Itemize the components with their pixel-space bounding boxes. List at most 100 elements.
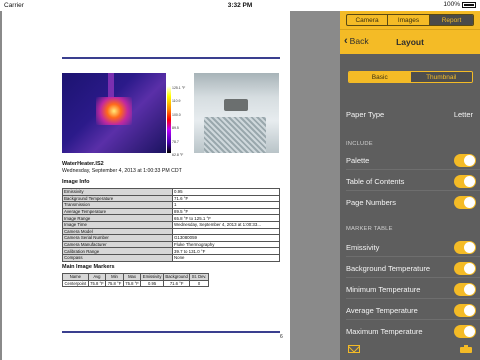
- row-separator: [346, 319, 480, 320]
- marker-header-cell: Emissivity: [140, 273, 164, 281]
- palette-label: 110.9: [172, 99, 181, 104]
- marker-minimum-label: Minimum Temperature: [346, 285, 421, 294]
- image-date: Wednesday, September 4, 2013 at 1:00:33 …: [62, 168, 182, 174]
- palette-label: 125.1 °F: [172, 86, 186, 90]
- average-temp-toggle[interactable]: [454, 304, 476, 317]
- marker-background-label: Background Temperature: [346, 264, 431, 273]
- mail-icon[interactable]: [348, 345, 360, 353]
- thermal-hotspot: [96, 97, 132, 125]
- table-row: Centerpoint 75.8 °F 75.8 °F 75.8 °F 0.95 71.6…: [62, 279, 209, 287]
- marker-table-header: MARKER TABLE: [346, 226, 393, 232]
- emissivity-toggle[interactable]: [454, 241, 476, 254]
- marker-cell: 0.95: [140, 279, 164, 287]
- info-value-cell: 1: [172, 201, 280, 209]
- minimum-temp-toggle[interactable]: [454, 283, 476, 296]
- marker-background-row: Background Temperature: [340, 258, 480, 278]
- table-row: Calibration Range 39.7 to 131.0 °F: [62, 247, 280, 255]
- status-bar: Carrier 3:32 PM 100%: [0, 0, 480, 11]
- toggle-knob: [464, 155, 475, 166]
- photo-wall: [204, 117, 266, 153]
- info-value-cell: G13080059: [172, 234, 280, 242]
- palette-label: 62.8 °F: [172, 152, 184, 157]
- marker-average-row: Average Temperature: [340, 300, 480, 320]
- main-tabs: Camera Images Report: [346, 14, 474, 26]
- info-key-cell: Calibration Range: [62, 247, 173, 255]
- page-numbers-toggle[interactable]: [454, 196, 476, 209]
- image-title: WaterHeater.IS2: [62, 161, 104, 167]
- photo-valve: [224, 99, 248, 111]
- include-page-numbers-row: Page Numbers: [340, 192, 480, 212]
- info-value-cell: 39.7 to 131.0 °F: [172, 247, 280, 255]
- row-separator: [346, 298, 480, 299]
- marker-emissivity-label: Emissivity: [346, 243, 380, 252]
- marker-maximum-row: Maximum Temperature: [340, 321, 480, 341]
- image-info-title: Image Info: [62, 179, 90, 185]
- table-row: Emissivity 0.95: [62, 188, 280, 196]
- maximum-temp-toggle[interactable]: [454, 325, 476, 338]
- info-value-cell: 65.8 °F to 125.1 °F: [172, 214, 280, 222]
- layout-basic-option[interactable]: Basic: [349, 72, 411, 82]
- include-toc-label: Table of Contents: [346, 177, 405, 186]
- marker-cell: 75.8 °F: [122, 279, 142, 287]
- layout-segment: Basic Thumbnail: [348, 71, 473, 83]
- palette-label: 100.0: [172, 112, 181, 117]
- marker-cell: 75.8 °F: [87, 279, 107, 287]
- info-key-cell: Image Time: [62, 220, 173, 229]
- toggle-knob: [464, 197, 475, 208]
- clock: 3:32 PM: [227, 2, 253, 9]
- row-separator: [346, 169, 480, 170]
- print-icon[interactable]: [460, 344, 472, 354]
- toggle-knob: [464, 326, 475, 337]
- palette-scale: [167, 86, 171, 153]
- bottom-toolbar: [340, 340, 480, 360]
- thermal-image: [62, 73, 166, 153]
- table-row: Image Time Wednesday, September 4, 2013 a…: [62, 220, 280, 229]
- visible-light-photo: [194, 73, 279, 153]
- paper-type-row[interactable]: Paper Type Letter: [340, 104, 480, 124]
- toggle-knob: [464, 284, 475, 295]
- row-separator: [346, 277, 480, 278]
- include-toc-row: Table of Contents: [340, 171, 480, 191]
- layout-thumbnail-option[interactable]: Thumbnail: [410, 72, 472, 82]
- toggle-knob: [464, 263, 475, 274]
- marker-cell: 71.6 °F: [162, 279, 191, 287]
- tab-camera[interactable]: Camera: [347, 15, 388, 25]
- info-value-cell: None: [172, 253, 280, 262]
- paper-type-value: Letter: [453, 110, 473, 119]
- background-temp-toggle[interactable]: [454, 262, 476, 275]
- palette-toggle[interactable]: [454, 154, 476, 167]
- markers-table: Name Avg Min Max Emissivity Background St. Dev…: [62, 273, 209, 287]
- row-separator: [346, 190, 480, 191]
- include-palette-label: Palette: [346, 156, 370, 165]
- table-row: Compass None: [62, 253, 280, 262]
- info-value-cell: [172, 227, 280, 236]
- row-separator: [346, 256, 480, 257]
- include-palette-row: Palette: [340, 150, 480, 170]
- marker-average-label: Average Temperature: [346, 306, 418, 315]
- palette-labels: 125.1 °F 110.9 100.0 89.5 78.7 62.8 °F: [172, 86, 185, 166]
- info-value-cell: Wednesday, September 4, 2013 at 1:00:33.…: [172, 220, 280, 229]
- table-row: Background Temperature 71.6 °F: [62, 194, 280, 203]
- info-key-cell: Camera Serial Number: [62, 234, 173, 242]
- report-page[interactable]: 125.1 °F 110.9 100.0 89.5 78.7 62.8 °F W…: [2, 11, 290, 360]
- tab-images[interactable]: Images: [388, 15, 430, 25]
- info-key-cell: Average Temperature: [62, 207, 173, 216]
- table-row: Average Temperature 89.5 °F: [62, 207, 280, 216]
- marker-header-cell: Background: [162, 273, 191, 281]
- image-info-table: Emissivity 0.95 Background Temperature 71.6…: [62, 188, 280, 262]
- layout-sidebar: Camera Images Report ‹ Back Layout Basic…: [340, 11, 480, 360]
- info-key-cell: Transmission: [62, 201, 173, 209]
- toggle-knob: [464, 176, 475, 187]
- marker-header-cell: St. Dev.: [189, 273, 209, 281]
- table-row: Transmission 1: [62, 201, 280, 209]
- palette-label: 78.7: [172, 139, 179, 144]
- info-key-cell: Camera Model: [62, 227, 173, 236]
- battery-indicator: 100%: [443, 1, 476, 8]
- toc-toggle[interactable]: [454, 175, 476, 188]
- info-value-cell: 71.6 °F: [172, 194, 280, 203]
- marker-emissivity-row: Emissivity: [340, 237, 480, 257]
- tab-report[interactable]: Report: [430, 15, 473, 25]
- include-header: INCLUDE: [346, 141, 373, 147]
- tab-bar: Camera Images Report: [340, 11, 480, 29]
- print-body: [460, 347, 472, 353]
